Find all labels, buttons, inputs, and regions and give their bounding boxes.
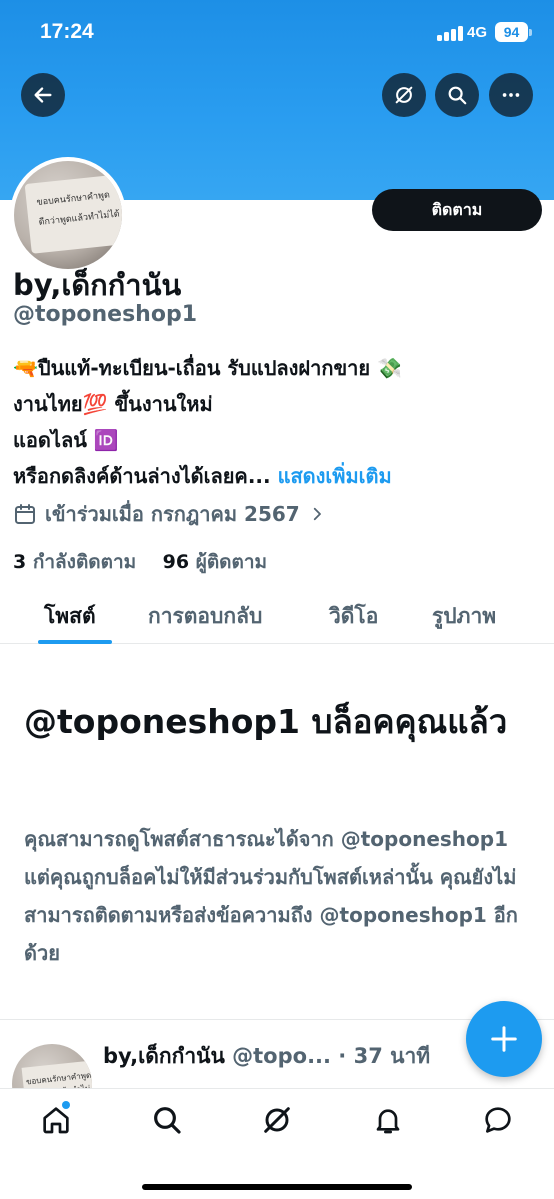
- compose-button[interactable]: [466, 1001, 542, 1077]
- nav-messages[interactable]: [482, 1104, 514, 1136]
- nav-search[interactable]: [151, 1104, 183, 1136]
- grok-button[interactable]: [382, 73, 426, 117]
- joined-date-text: เข้าร่วมเมื่อ กรกฎาคม 2567: [45, 502, 300, 526]
- post-header: by,เด็กกำนัน @topo... · 37 นาที: [103, 1040, 430, 1073]
- search-icon: [448, 86, 467, 105]
- home-notification-dot: [62, 1101, 70, 1109]
- tab-replies[interactable]: การตอบกลับ: [148, 600, 262, 633]
- grok-icon: [395, 86, 413, 104]
- profile-avatar[interactable]: ขอบคนรักษาคำพูด ดีกว่าพูดแล้วทำไม่ได้: [10, 157, 126, 273]
- back-button[interactable]: [21, 73, 65, 117]
- notifications-icon: [376, 1109, 400, 1134]
- bio-line: แอดไลน์ 🆔: [13, 428, 119, 452]
- followers-link[interactable]: 96 ผู้ติดตาม: [163, 551, 267, 573]
- blocked-title: @toponeshop1 บล็อคคุณแล้ว: [24, 702, 508, 741]
- search-button[interactable]: [435, 73, 479, 117]
- messages-icon: [485, 1107, 511, 1133]
- more-options-button[interactable]: [489, 73, 533, 117]
- bio-line: หรือกดลิงค์ด้านล่างได้เลยค... แสดงเพิ่มเ…: [13, 458, 533, 494]
- home-indicator: [142, 1184, 412, 1190]
- signal-icon: [437, 25, 465, 41]
- bio-line: งานไทย💯 ขึ้นงานใหม่: [13, 392, 213, 416]
- tab-videos[interactable]: วิดีโอ: [329, 600, 378, 633]
- post-meta: @topo... · 37 นาที: [224, 1044, 431, 1068]
- active-tab-indicator: [38, 640, 112, 644]
- nav-grok[interactable]: [261, 1104, 293, 1136]
- status-time: 17:24: [40, 20, 94, 43]
- followers-label: ผู้ติดตาม: [189, 551, 268, 573]
- followers-count: 96: [162, 551, 190, 573]
- following-label: กำลังติดตาม: [26, 551, 137, 573]
- follow-stats: 3 กำลังติดตาม 96 ผู้ติดตาม: [13, 547, 267, 577]
- network-type: 4G: [467, 24, 488, 41]
- joined-date-row[interactable]: เข้าร่วมเมื่อ กรกฎาคม 2567: [13, 498, 326, 530]
- post-author[interactable]: by,เด็กกำนัน: [103, 1044, 225, 1068]
- back-arrow-icon: [34, 87, 52, 103]
- plus-icon: [491, 1026, 517, 1052]
- follow-button[interactable]: ติดตาม: [372, 189, 542, 231]
- avatar-note-text: ขอบคนรักษาคำพูด ดีกว่าพูดแล้วทำไม่ได้: [24, 174, 122, 254]
- nav-notifications[interactable]: [372, 1104, 404, 1136]
- grok-icon: [264, 1107, 290, 1133]
- profile-bio: 🔫ปืนแท้-ทะเบียน-เถื่อน รับแปลงฝากขาย 💸 ง…: [13, 350, 533, 494]
- following-link[interactable]: 3 กำลังติดตาม: [13, 551, 136, 573]
- bio-line: 🔫ปืนแท้-ทะเบียน-เถื่อน รับแปลงฝากขาย 💸: [13, 356, 402, 380]
- profile-tabs: โพสต์ การตอบกลับ วิดีโอ รูปภาพ: [0, 588, 554, 644]
- chevron-right-icon: [313, 507, 321, 521]
- blocked-message: คุณสามารถดูโพสต์สาธารณะได้จาก @toponesho…: [24, 827, 518, 965]
- search-icon: [154, 1107, 181, 1134]
- tab-photos[interactable]: รูปภาพ: [432, 600, 496, 633]
- tab-posts[interactable]: โพสต์: [44, 600, 96, 633]
- status-bar: 17:24 4G 94: [0, 0, 554, 64]
- show-more-link[interactable]: แสดงเพิ่มเติม: [271, 464, 392, 488]
- more-icon: [502, 93, 520, 97]
- following-count: 3: [13, 551, 27, 573]
- user-handle: @toponeshop1: [13, 302, 198, 327]
- battery-icon: 94: [495, 22, 532, 42]
- bio-line-text: หรือกดลิงค์ด้านล่างได้เลยค...: [13, 464, 271, 488]
- calendar-icon: [15, 504, 35, 524]
